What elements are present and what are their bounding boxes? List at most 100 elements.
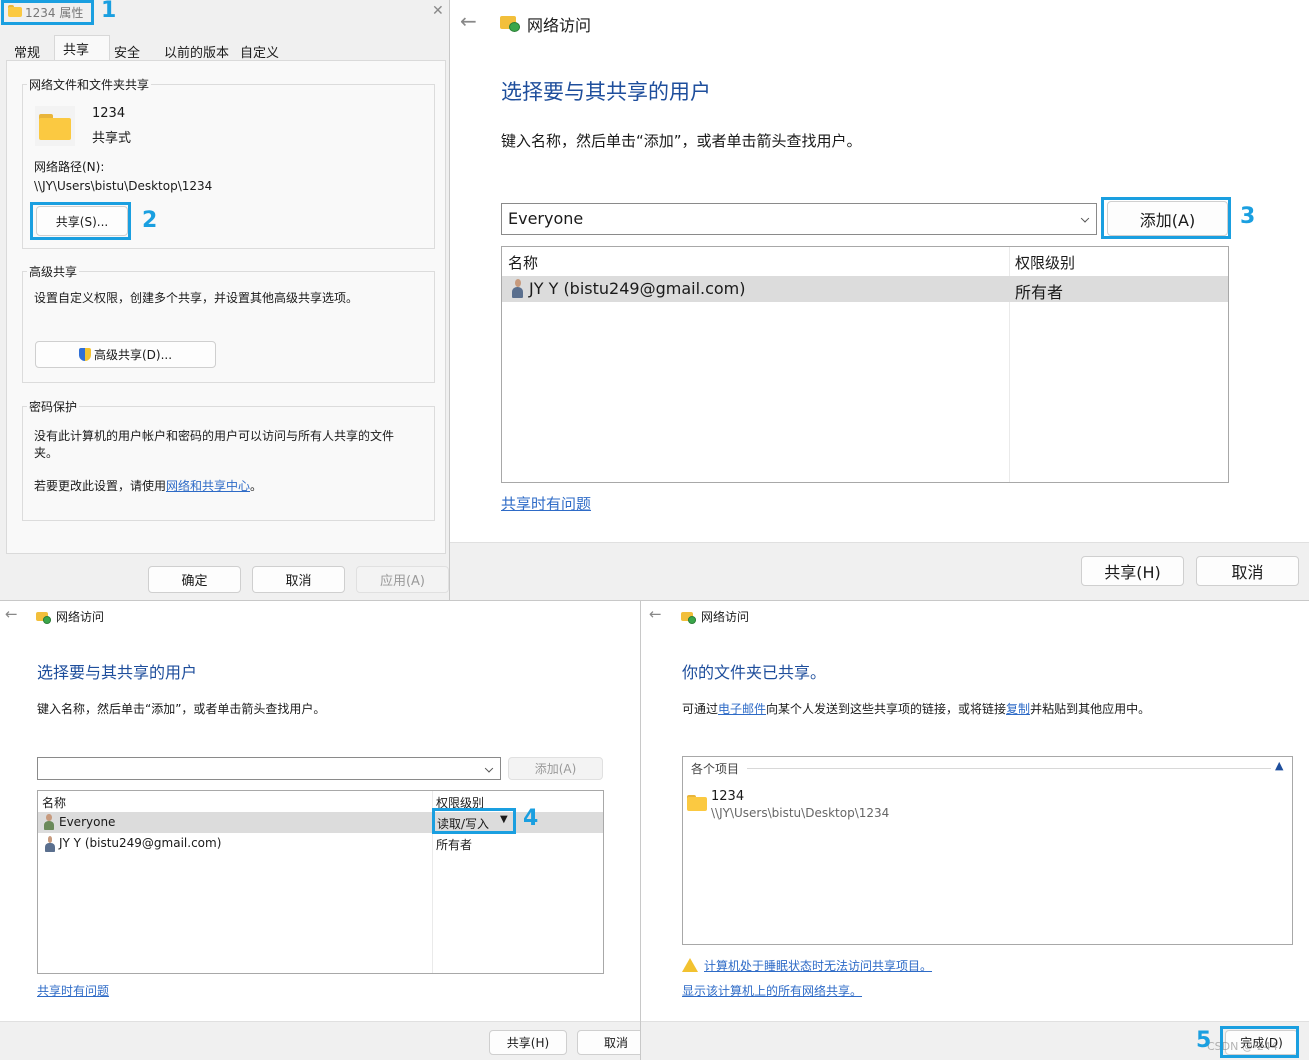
tab-strip: 常规 共享 安全 以前的版本 自定义 <box>6 35 446 61</box>
tab-previous-versions[interactable]: 以前的版本 <box>164 42 229 61</box>
cancel-button-label: 取消 <box>603 1036 628 1050</box>
user-list: 名称 权限级别 Everyone 读取/写入 ▼ JY Y (bistu249@… <box>37 790 604 974</box>
warning-row: 计算机处于睡眠状态时无法访问共享项目。 <box>682 957 932 974</box>
folder-name: 1234 <box>92 106 126 121</box>
dropdown-arrow-icon: ▼ <box>500 814 508 825</box>
cancel-button[interactable]: 取消 <box>577 1030 640 1055</box>
password-protection-group: 密码保护 <box>22 398 435 521</box>
share-button-label: 共享(S)... <box>55 214 109 229</box>
copy-link[interactable]: 复制 <box>1006 702 1030 716</box>
password-change-suffix: 。 <box>250 479 263 493</box>
folder-icon <box>687 795 707 811</box>
column-header-name[interactable]: 名称 <box>508 252 538 273</box>
window-title: 网络访问 <box>527 16 592 35</box>
group-users-icon <box>42 814 56 830</box>
shared-items-list: 各个项目 ▲ 1234 \\JY\Users\bistu\Desktop\123… <box>682 756 1293 945</box>
user-list: 名称 权限级别 JY Y (bistu249@gmail.com) 所有者 <box>501 246 1229 483</box>
advanced-sharing-desc: 设置自定义权限，创建多个共享，并设置其他高级共享选项。 <box>34 291 359 305</box>
advanced-sharing-button-label: 高级共享(D)... <box>93 348 173 362</box>
add-button[interactable]: 添加(A) <box>1107 201 1228 236</box>
row-user-name: Everyone <box>59 815 116 829</box>
advanced-sharing-button[interactable]: 高级共享(D)... <box>35 341 216 368</box>
password-desc-line1: 没有此计算机的用户帐户和密码的用户可以访问与所有人共享的文件 <box>34 429 395 443</box>
tab-sharing-label: 共享 <box>63 43 90 58</box>
cancel-button[interactable]: 取消 <box>1196 556 1299 586</box>
page-heading: 选择要与其共享的用户 <box>37 663 198 682</box>
folder-share-status: 共享式 <box>92 131 132 146</box>
permission-dropdown[interactable]: 读取/写入 ▼ <box>434 812 510 833</box>
network-access-window-1: ← 网络访问 选择要与其共享的用户 键入名称，然后单击“添加”，或者单击箭头查找… <box>449 0 1309 600</box>
column-header-permission[interactable]: 权限级别 <box>436 794 484 811</box>
annotation-number-3: 3 <box>1240 204 1256 229</box>
sharing-help-link[interactable]: 共享时有问题 <box>37 982 109 999</box>
close-icon[interactable]: ✕ <box>432 3 444 19</box>
share-h-button[interactable]: 共享(H) <box>1081 556 1184 586</box>
window-title: 网络访问 <box>56 610 105 624</box>
sleep-warning-link[interactable]: 计算机处于睡眠状态时无法访问共享项目。 <box>704 959 932 973</box>
row-permission: 所有者 <box>436 838 473 852</box>
network-sharing-center-link[interactable]: 网络和共享中心 <box>166 479 250 493</box>
annotation-number-5: 5 <box>1196 1028 1212 1053</box>
share-h-button-label: 共享(H) <box>1104 563 1161 582</box>
network-path-label: 网络路径(N): <box>34 160 105 174</box>
tab-sharing[interactable]: 共享 <box>54 35 110 61</box>
show-all-shares-link[interactable]: 显示该计算机上的所有网络共享。 <box>682 982 862 999</box>
annotation-number-2: 2 <box>142 208 158 233</box>
row-user-name: JY Y (bistu249@gmail.com) <box>59 836 222 850</box>
back-arrow-icon[interactable]: ← <box>649 605 662 623</box>
properties-dialog: 1234 属性 ✕ 常规 共享 安全 以前的版本 自定义 网络文件和文件夹共享 … <box>0 0 452 600</box>
group-header-line <box>747 768 1271 769</box>
add-button[interactable]: 添加(A) <box>508 757 603 780</box>
instruction-text: 键入名称，然后单击“添加”，或者单击箭头查找用户。 <box>501 132 862 150</box>
dialog-title: 1234 属性 <box>25 6 84 20</box>
share-button[interactable]: 共享(S)... <box>36 206 128 236</box>
list-item[interactable]: 1234 \\JY\Users\bistu\Desktop\1234 <box>687 789 1087 825</box>
add-button-label: 添加(A) <box>534 762 577 776</box>
tab-security[interactable]: 安全 <box>114 42 140 61</box>
tab-general[interactable]: 常规 <box>14 42 40 61</box>
column-header-permission[interactable]: 权限级别 <box>1015 252 1075 273</box>
add-button-label: 添加(A) <box>1139 210 1196 230</box>
folder-large-icon <box>35 106 75 146</box>
user-combobox[interactable]: Everyone <box>501 203 1097 235</box>
user-icon <box>44 836 56 852</box>
share-h-button-label: 共享(H) <box>506 1036 550 1050</box>
sharing-help-link[interactable]: 共享时有问题 <box>501 493 591 514</box>
permission-dropdown-value: 读取/写入 <box>437 817 490 831</box>
user-combobox[interactable] <box>37 757 501 780</box>
collapse-chevron-icon[interactable]: ▲ <box>1275 759 1283 772</box>
annotation-number-1: 1 <box>101 0 117 23</box>
table-row[interactable]: JY Y (bistu249@gmail.com) 所有者 <box>502 276 1228 302</box>
cancel-button[interactable]: 取消 <box>252 566 345 593</box>
page-heading: 选择要与其共享的用户 <box>501 80 711 104</box>
share-description: 可通过电子邮件向某个人发送到这些共享项的链接，或将链接复制并粘贴到其他应用中。 <box>682 700 1150 717</box>
password-desc-line2: 夹。 <box>34 446 59 460</box>
apply-button[interactable]: 应用(A) <box>356 566 449 593</box>
network-folder-icon <box>681 610 696 624</box>
row-permission: 所有者 <box>1015 283 1064 302</box>
desc-suffix: 并粘贴到其他应用中。 <box>1030 702 1151 716</box>
warning-icon <box>682 958 698 972</box>
table-row[interactable]: Everyone 读取/写入 ▼ <box>38 812 603 833</box>
back-arrow-icon[interactable]: ← <box>5 605 18 623</box>
page-heading: 你的文件夹已共享。 <box>682 663 827 682</box>
cancel-button-label: 取消 <box>285 574 312 589</box>
network-access-window-3: ← 网络访问 你的文件夹已共享。 可通过电子邮件向某个人发送到这些共享项的链接，… <box>640 600 1309 1060</box>
share-h-button[interactable]: 共享(H) <box>489 1030 567 1055</box>
net-sharing-title: 网络文件和文件夹共享 <box>27 76 152 93</box>
desc-middle: 向某个人发送到这些共享项的链接，或将链接 <box>766 702 1007 716</box>
table-row[interactable]: JY Y (bistu249@gmail.com) 所有者 <box>38 834 603 855</box>
chevron-down-icon[interactable] <box>484 763 494 773</box>
user-combobox-value: Everyone <box>508 209 584 228</box>
tab-customize[interactable]: 自定义 <box>240 42 279 61</box>
email-link[interactable]: 电子邮件 <box>718 702 766 716</box>
column-header-name[interactable]: 名称 <box>42 794 66 811</box>
ok-button-label: 确定 <box>181 574 208 589</box>
back-arrow-icon[interactable]: ← <box>460 9 477 33</box>
folder-icon <box>8 5 22 17</box>
advanced-sharing-title: 高级共享 <box>27 263 80 280</box>
desc-prefix: 可通过 <box>682 702 719 716</box>
chevron-down-icon[interactable] <box>1080 214 1090 223</box>
ok-button[interactable]: 确定 <box>148 566 241 593</box>
network-access-window-2: ← 网络访问 选择要与其共享的用户 键入名称，然后单击“添加”，或者单击箭头查找… <box>0 600 640 1060</box>
